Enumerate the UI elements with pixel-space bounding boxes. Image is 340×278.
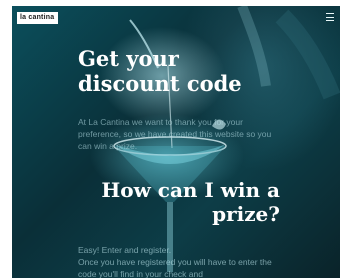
menu-line	[326, 13, 334, 14]
section-line-1: Easy! Enter and register.	[78, 245, 172, 255]
section-body: Easy! Enter and register. Once you have …	[78, 244, 288, 278]
section-title: How can I win a prize?	[101, 178, 280, 226]
landing-page: la cantina Get your discount code At La …	[12, 6, 340, 278]
hero-title: Get your discount code	[78, 46, 242, 96]
menu-line	[326, 16, 334, 18]
section-line-2: Once you have registered you will have t…	[78, 257, 272, 278]
menu-line	[326, 20, 334, 21]
hamburger-icon[interactable]	[326, 13, 334, 21]
hero-intro: At La Cantina we want to thank you for y…	[78, 117, 272, 151]
brand-logo[interactable]: la cantina	[17, 12, 59, 24]
